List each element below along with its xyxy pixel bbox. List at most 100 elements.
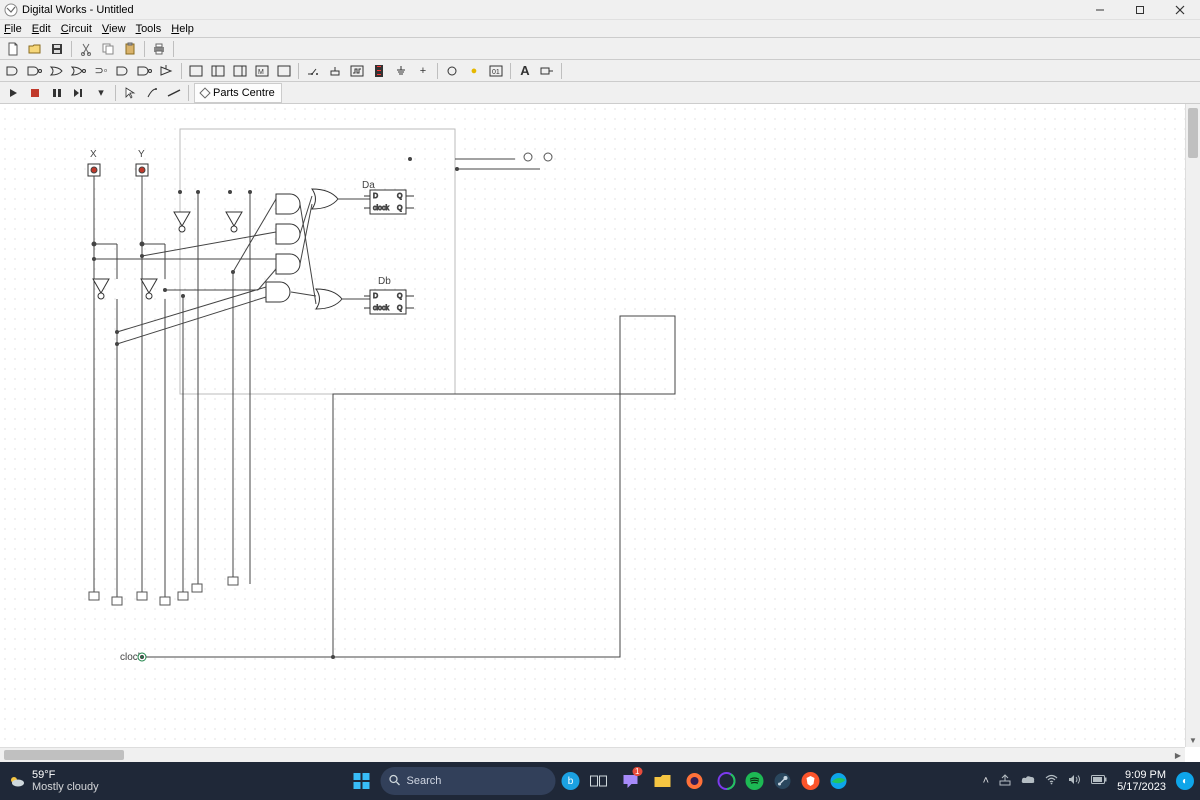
tray-onedrive-icon[interactable] [1021, 775, 1035, 788]
search-icon [389, 774, 401, 789]
start-button[interactable] [349, 768, 375, 794]
file-explorer-icon[interactable] [650, 768, 676, 794]
bing-icon[interactable]: b [562, 772, 580, 790]
menu-tools[interactable]: Tools [136, 23, 162, 35]
print-icon[interactable] [148, 39, 170, 59]
circuit-canvas[interactable]: X Y Da Db clock [0, 104, 1185, 747]
rsflipflop-icon[interactable] [229, 61, 251, 81]
minimize-button[interactable] [1080, 0, 1120, 20]
led-icon[interactable] [441, 61, 463, 81]
nand-gate-icon[interactable] [24, 61, 46, 81]
menu-view[interactable]: View [102, 23, 126, 35]
7seg-icon[interactable] [368, 61, 390, 81]
and-gate-icon[interactable] [2, 61, 24, 81]
tray-assist-icon[interactable]: ◐ [1176, 772, 1194, 790]
brave-icon[interactable] [802, 772, 820, 790]
switch-icon[interactable] [302, 61, 324, 81]
toolbar-standard [0, 38, 1200, 60]
new-file-icon[interactable] [2, 39, 24, 59]
ground-icon[interactable] [390, 61, 412, 81]
svg-text:Q: Q [397, 205, 403, 212]
nor-gate-icon[interactable] [68, 61, 90, 81]
svg-text:D: D [373, 293, 378, 300]
tray-volume-icon[interactable] [1068, 774, 1081, 788]
play-icon[interactable] [2, 83, 24, 103]
lamp-icon[interactable]: ● [463, 61, 485, 81]
save-file-icon[interactable] [46, 39, 68, 59]
tag-tool-icon[interactable] [536, 61, 558, 81]
probe-tool-icon[interactable] [141, 83, 163, 103]
menu-file[interactable]: File [4, 23, 22, 35]
xor-gate-icon[interactable]: ⊃◦ [90, 61, 112, 81]
menu-edit[interactable]: Edit [32, 23, 51, 35]
wire-tool-icon[interactable] [163, 83, 185, 103]
tristate-icon[interactable] [156, 61, 178, 81]
parts-centre-icon [199, 87, 210, 98]
svg-text:clock: clock [373, 305, 389, 312]
taskbar-search[interactable]: Search [381, 767, 556, 795]
firefox-icon[interactable] [682, 768, 708, 794]
memory-icon[interactable]: M [251, 61, 273, 81]
tray-battery-icon[interactable] [1091, 775, 1107, 787]
svg-text:M: M [258, 69, 264, 76]
toolbar-sim: ▾ Parts Centre [0, 82, 1200, 104]
tray-chevron-icon[interactable]: ˄ [983, 775, 989, 787]
pause-icon[interactable] [46, 83, 68, 103]
cut-icon[interactable] [75, 39, 97, 59]
spotify-icon[interactable] [746, 772, 764, 790]
taskbar-tray: ˄ 9:09 PM 5/17/2023 ◐ [983, 769, 1194, 793]
tray-date: 5/17/2023 [1117, 781, 1166, 793]
scroll-down-icon[interactable]: ▼ [1186, 733, 1200, 747]
svg-text:01: 01 [492, 69, 500, 76]
scroll-h-thumb[interactable] [4, 750, 124, 760]
vertical-scrollbar[interactable]: ▲ ▼ [1185, 104, 1200, 747]
app-icon [4, 3, 18, 17]
pushbutton-icon[interactable] [324, 61, 346, 81]
clock-icon-btn[interactable] [346, 61, 368, 81]
horizontal-scrollbar[interactable]: ◀ ▶ [0, 747, 1185, 762]
step-icon[interactable] [68, 83, 90, 103]
taskbar-center: Search b 1 [349, 767, 852, 795]
open-file-icon[interactable] [24, 39, 46, 59]
windows-taskbar: 59°F Mostly cloudy Search b 1 ˄ [0, 762, 1200, 800]
numeric-io-icon[interactable]: 01 [485, 61, 507, 81]
taskbar-clock[interactable]: 9:09 PM 5/17/2023 [1117, 769, 1166, 793]
svg-text:D: D [373, 193, 378, 200]
tray-upload-icon[interactable] [999, 774, 1011, 789]
not-gate-icon[interactable] [134, 61, 156, 81]
task-view-icon[interactable] [586, 768, 612, 794]
macro-icon[interactable] [273, 61, 295, 81]
parts-centre-button[interactable]: Parts Centre [194, 83, 282, 103]
text-tool-icon[interactable]: A [514, 61, 536, 81]
taskbar-weather[interactable]: 59°F Mostly cloudy [8, 769, 99, 793]
vcc-icon[interactable]: + [412, 61, 434, 81]
copy-icon[interactable] [97, 39, 119, 59]
speed-dropdown-icon[interactable]: ▾ [90, 83, 112, 103]
scroll-right-icon[interactable]: ▶ [1171, 748, 1185, 762]
svg-text:clock: clock [373, 205, 389, 212]
close-button[interactable] [1160, 0, 1200, 20]
or-gate-icon[interactable] [46, 61, 68, 81]
scroll-v-thumb[interactable] [1188, 108, 1198, 158]
chat-icon[interactable]: 1 [618, 768, 644, 794]
tray-wifi-icon[interactable] [1045, 774, 1058, 788]
maximize-button[interactable] [1120, 0, 1160, 20]
jkflipflop-icon[interactable] [207, 61, 229, 81]
window-titlebar: Digital Works - Untitled [0, 0, 1200, 20]
weather-icon [8, 772, 26, 790]
steam-icon[interactable] [770, 768, 796, 794]
xnor-gate-icon[interactable] [112, 61, 134, 81]
stop-icon[interactable] [24, 83, 46, 103]
menu-circuit[interactable]: Circuit [61, 23, 92, 35]
select-tool-icon[interactable] [119, 83, 141, 103]
toolbar-gates: ⊃◦ M + ● 01 A [0, 60, 1200, 82]
flipflop-da: D Q clock Q [364, 190, 414, 214]
dflipflop-icon[interactable] [185, 61, 207, 81]
paste-icon[interactable] [119, 39, 141, 59]
search-placeholder: Search [407, 775, 442, 787]
parts-centre-label: Parts Centre [213, 87, 275, 99]
edge-icon[interactable] [826, 768, 852, 794]
menu-help[interactable]: Help [171, 23, 194, 35]
flipflop-db: D Q clock Q [364, 290, 414, 314]
copilot-icon[interactable] [714, 768, 740, 794]
